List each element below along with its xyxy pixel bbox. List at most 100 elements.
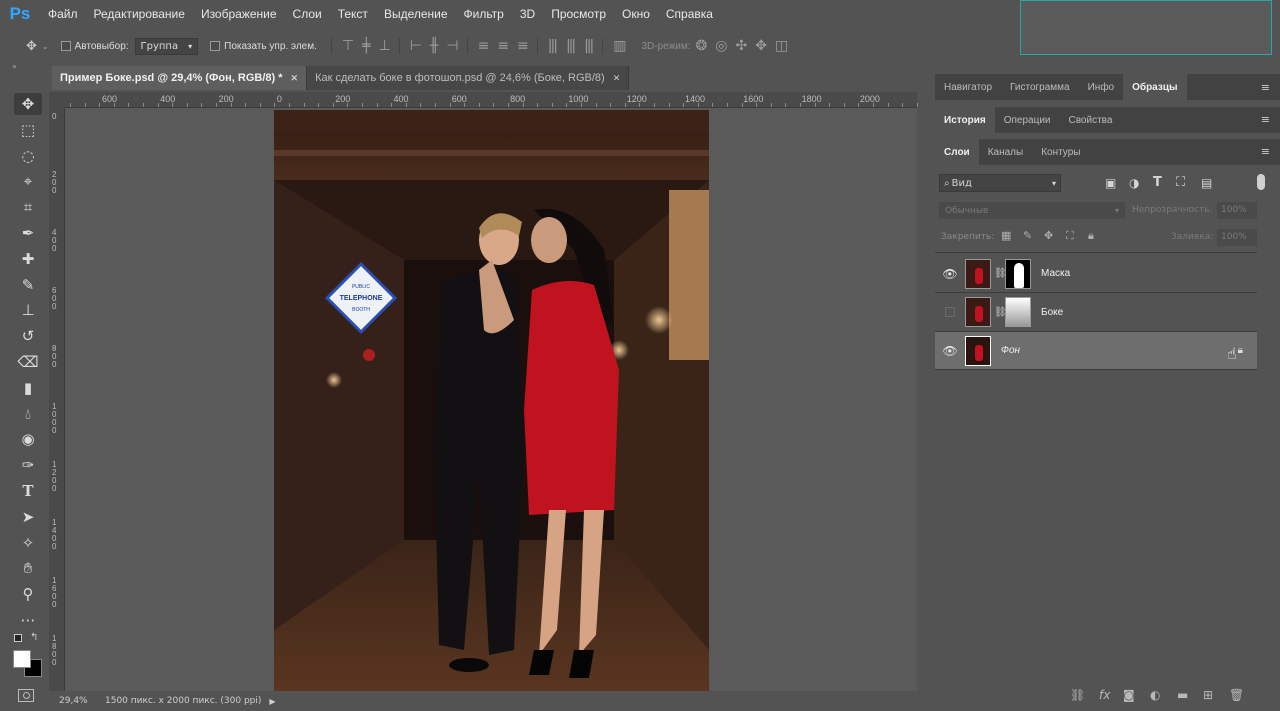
align-right-icon[interactable]: ⊣ [446,38,458,54]
menu-item[interactable]: Текст [330,7,376,21]
gradient-tool-icon[interactable]: ▮ [14,377,42,399]
blur-tool-icon[interactable]: 💧︎ [14,403,42,425]
smart-object-filter-icon[interactable]: ▤ [1201,176,1212,190]
link-layers-icon[interactable]: ⛓ [1070,688,1085,702]
filter-toggle[interactable] [1257,174,1265,190]
menu-item[interactable]: Просмотр [543,7,614,21]
layer-thumbnail[interactable] [965,297,991,327]
distribute-left-icon[interactable]: ||| [548,38,558,54]
quick-select-tool-icon[interactable]: ⌖ [14,170,42,192]
lasso-tool-icon[interactable]: ◌ [14,145,42,167]
healing-brush-tool-icon[interactable]: ✚ [14,248,42,270]
panel-tab[interactable]: Навигатор [935,74,1001,100]
more-tools-icon[interactable]: ⋯ [14,609,42,631]
eraser-tool-icon[interactable]: ⌫ [14,351,42,373]
layer-row[interactable]: 👁︎ Фон 🔒︎ [935,332,1257,370]
lock-pixels-icon[interactable]: ▦ [1001,229,1011,242]
type-filter-icon[interactable]: T [1153,175,1162,190]
status-arrow-icon[interactable]: ▶ [269,697,275,706]
clone-stamp-tool-icon[interactable]: ⊥ [14,299,42,321]
autoselect-checkbox[interactable] [60,41,71,51]
align-hcenter-icon[interactable]: ╫ [430,38,439,54]
history-brush-tool-icon[interactable]: ↺ [14,325,42,347]
panel-tab[interactable]: Операции [995,107,1060,133]
image-filter-icon[interactable]: ▣ [1105,176,1116,190]
tab-kak-sdelat-boke[interactable]: Как сделать боке в фотошоп.psd @ 24,6% (… [307,66,630,90]
add-mask-icon[interactable]: ◙ [1123,688,1135,702]
panel-menu-icon[interactable]: ≡ [1261,145,1270,158]
zoom-value[interactable]: 29,4% [59,696,99,706]
panel-tab[interactable]: Слои [935,139,979,165]
panel-tab[interactable]: Образцы [1123,74,1187,100]
vertical-ruler[interactable]: 0 2 0 0 4 0 0 6 0 0 8 0 0 1 0 0 0 1 2 0 0 1 4 0… [49,108,65,691]
panel-tab[interactable]: История [935,107,995,133]
pen-tool-icon[interactable]: ✑ [14,454,42,476]
path-select-tool-icon[interactable]: ➤ [14,506,42,528]
layer-thumbnail[interactable] [965,258,991,289]
distribute-right-icon[interactable]: ||| [584,38,594,54]
marquee-tool-icon[interactable]: ⬚ [14,119,42,141]
show-transform-checkbox[interactable] [210,41,221,51]
move-tool-icon[interactable]: ✥ [26,39,37,54]
fx-icon[interactable]: fx [1099,688,1110,702]
layer-mask-thumbnail[interactable] [1005,297,1031,327]
3d-roll-icon[interactable]: ◎ [715,38,727,54]
menu-item[interactable]: Окно [614,7,658,21]
lock-artboard-icon[interactable]: ⛶ [1066,229,1074,243]
visibility-toggle[interactable] [945,307,955,317]
3d-pan-icon[interactable]: ✣ [736,38,748,54]
delete-layer-icon[interactable]: 🗑︎ [1229,688,1244,702]
hand-tool-icon[interactable]: ✋︎ [14,557,42,579]
zoom-tool-icon[interactable]: ⚲ [14,583,42,605]
close-icon[interactable]: ✕ [613,73,621,84]
layer-filter-dropdown[interactable]: ⌕ Вид ▾ [939,174,1061,192]
panel-tab[interactable]: Свойства [1060,107,1122,133]
adjustment-layer-icon[interactable]: ◐ [1150,688,1160,702]
collapse-icon[interactable]: » [12,62,17,71]
tab-primer-boke[interactable]: Пример Боке.psd @ 29,4% (Фон, RGB/8) * ✕ [52,66,308,90]
menu-item[interactable]: Фильтр [456,7,512,21]
shape-tool-icon[interactable]: ✧ [14,532,42,554]
horizontal-ruler[interactable]: 600 400 200 0 200 400 600 800 1000 1200 1400 1600 18… [65,92,918,108]
layer-thumbnail[interactable] [965,335,991,366]
3d-slide-icon[interactable]: ✥ [755,38,767,54]
type-tool-icon[interactable]: T [14,480,42,502]
panel-menu-icon[interactable]: ≡ [1261,81,1270,94]
move-tool-icon[interactable]: ✥ [14,93,42,115]
menu-item[interactable]: Файл [40,7,86,21]
layer-row[interactable]: ⛓ Боке [935,294,1257,332]
lock-all-icon[interactable]: 🔒︎ [1088,229,1094,243]
auto-align-icon[interactable]: ▥ [613,38,626,54]
panel-tab[interactable]: Каналы [979,139,1033,165]
3d-orbit-icon[interactable]: ❂ [696,38,708,54]
panel-tab[interactable]: Контуры [1032,139,1089,165]
distribute-vcenter-icon[interactable]: ≡ [497,38,509,54]
photoshop-logo[interactable]: Ps [0,0,40,28]
autoselect-dropdown[interactable]: Группа ▾ [134,37,199,55]
layer-mask-thumbnail[interactable] [1005,258,1031,289]
fill-input[interactable]: 100% [1217,229,1257,246]
quick-mask-icon[interactable] [18,689,34,702]
menu-item[interactable]: 3D [512,7,543,21]
lock-position-icon[interactable]: ✥ [1044,229,1053,242]
new-layer-icon[interactable]: ⊞ [1203,688,1213,702]
lock-paint-icon[interactable]: ✎ [1023,229,1032,242]
visibility-eye-icon[interactable]: 👁︎ [935,267,965,281]
align-left-icon[interactable]: ⊢ [410,38,422,54]
adjustment-filter-icon[interactable]: ◑ [1129,176,1139,190]
foreground-color-swatch[interactable] [13,650,31,668]
menu-item[interactable]: Выделение [376,7,456,21]
new-group-icon[interactable]: ▬ [1177,688,1188,702]
panel-tab[interactable]: Гистограмма [1001,74,1079,100]
swap-colors-icon[interactable]: ↰ [30,632,38,643]
distribute-hcenter-icon[interactable]: ||| [566,38,576,54]
menu-item[interactable]: Изображение [193,7,285,21]
canvas-area[interactable]: PUBLIC TELEPHONE BOOTH [65,108,917,691]
distribute-top-icon[interactable]: ≡ [478,38,490,54]
shape-filter-icon[interactable]: ⛶ [1176,175,1185,190]
layer-row[interactable]: 👁︎ ⛓ Маска [935,255,1257,293]
align-bottom-icon[interactable]: ⊥ [379,38,391,54]
crop-tool-icon[interactable]: ⌗ [14,196,42,218]
align-top-icon[interactable]: ⊤ [342,38,354,54]
dodge-tool-icon[interactable]: ◉ [14,428,42,450]
